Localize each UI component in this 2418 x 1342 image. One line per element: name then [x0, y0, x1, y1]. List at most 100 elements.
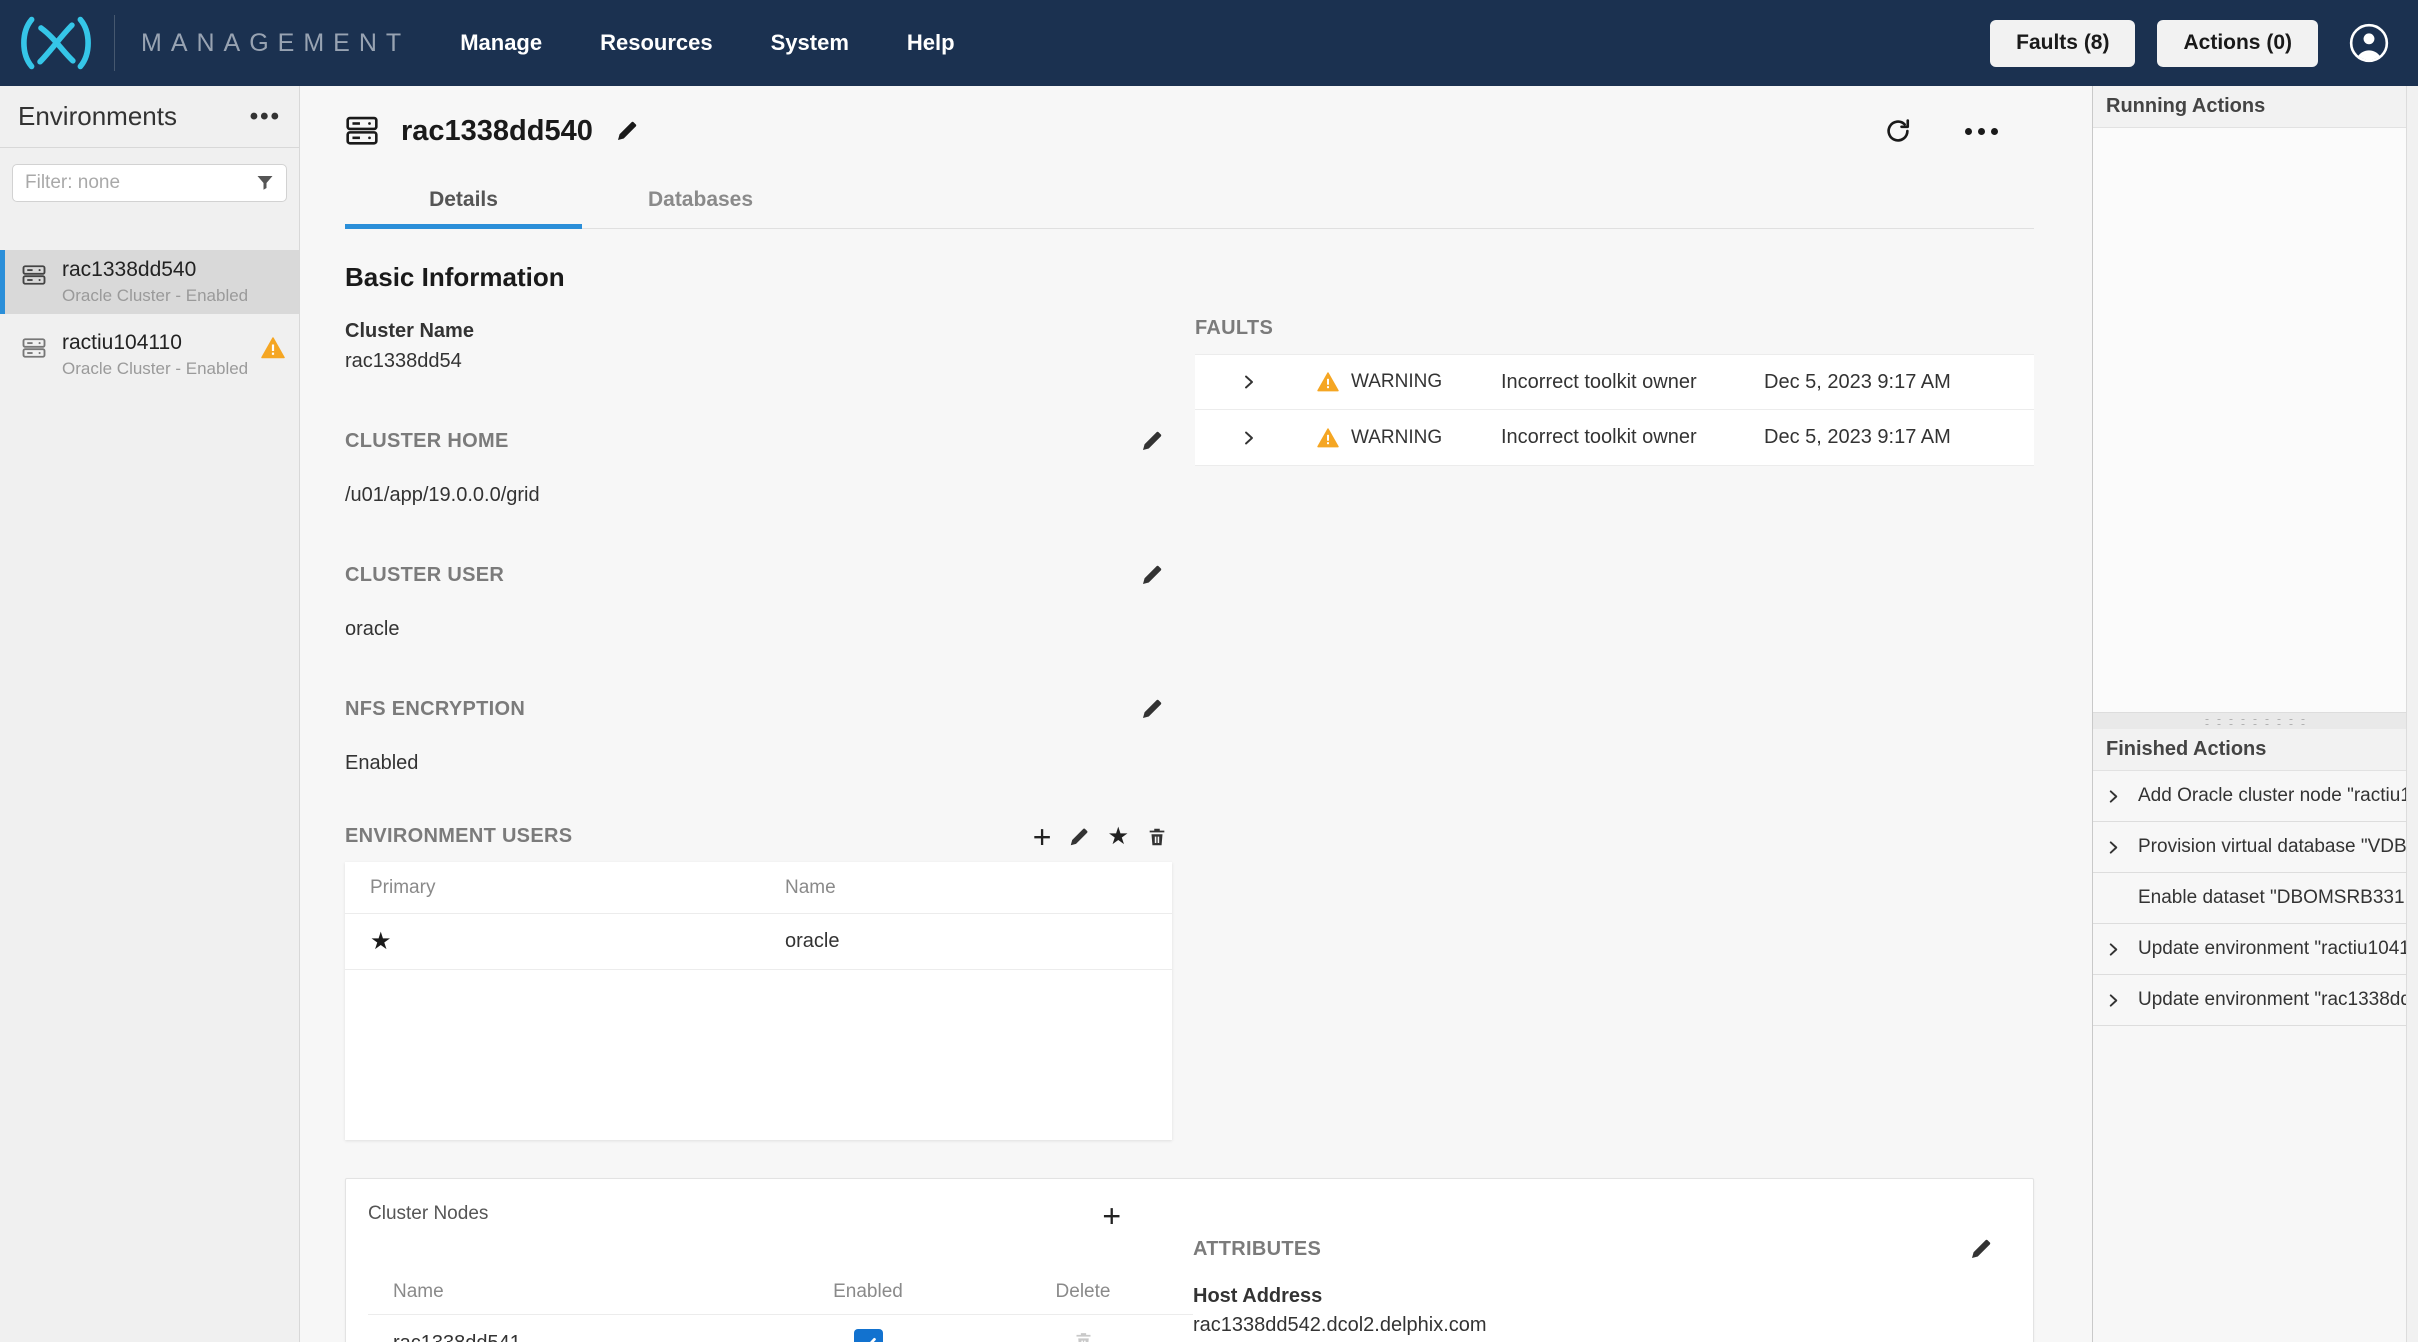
faults-section: FAULTS WARNING Incorrect toolkit owner D… [1195, 317, 2034, 466]
environment-item-rac1338dd540[interactable]: rac1338dd540 Oracle Cluster - Enabled [0, 250, 299, 314]
cluster-user-label: CLUSTER USER [345, 564, 504, 587]
sidebar-ellipsis-icon[interactable]: ••• [250, 112, 281, 122]
environment-users-table: Primary Name ★ oracle [345, 862, 1172, 1140]
cluster-name-field: Cluster Name rac1338dd54 [345, 320, 1172, 373]
refresh-icon[interactable] [1883, 116, 1913, 146]
main-panel: rac1338dd540 Details Databases [300, 86, 2092, 1342]
nfs-encryption-label: NFS ENCRYPTION [345, 698, 525, 721]
fault-date: Dec 5, 2023 9:17 AM [1764, 371, 1951, 394]
cluster-user-value: oracle [345, 618, 1172, 641]
finished-actions-section: Finished Actions Add Oracle cluster node… [2093, 729, 2418, 1342]
server-icon [20, 261, 48, 289]
menu-item-help[interactable]: Help [907, 30, 955, 56]
vertical-scrollbar[interactable] [2406, 86, 2418, 1342]
environment-users-header-row: Primary Name [345, 862, 1172, 914]
app-window: MANAGEMENT Manage Resources System Help … [0, 0, 2418, 1342]
environment-item-text: rac1338dd540 Oracle Cluster - Enabled [62, 258, 248, 314]
panel-splitter-handle[interactable] [2093, 712, 2418, 729]
column-delete: Delete [1056, 1281, 1111, 1303]
set-primary-star-icon[interactable]: ★ [1107, 826, 1129, 848]
attributes-label: ATTRIBUTES [1193, 1238, 1321, 1261]
sidebar-header: Environments ••• [0, 86, 299, 148]
fault-severity: WARNING [1351, 371, 1501, 393]
edit-cluster-user-pencil-icon[interactable] [1140, 563, 1164, 587]
fault-severity: WARNING [1351, 427, 1501, 449]
add-node-icon[interactable]: + [1102, 1203, 1121, 1229]
environment-filter-input[interactable] [12, 164, 287, 202]
environment-name: ractiu104110 [62, 331, 248, 355]
brand-label: MANAGEMENT [141, 29, 410, 58]
warning-triangle-icon [1317, 428, 1339, 448]
add-user-icon[interactable]: + [1033, 826, 1052, 848]
fault-title: Incorrect toolkit owner [1501, 371, 1764, 394]
finished-action-item[interactable]: Add Oracle cluster node "ractiu104… [2093, 771, 2418, 822]
edit-title-pencil-icon[interactable] [615, 119, 639, 143]
details-grid: Basic Information Cluster Name rac1338dd… [345, 229, 2034, 1140]
user-name: oracle [785, 930, 1172, 953]
splitter-grip-icon [2201, 717, 2311, 726]
finished-action-item[interactable]: Update environment "ractiu104110". [2093, 924, 2418, 975]
edit-attributes-pencil-icon[interactable] [1969, 1237, 1993, 1261]
menu-item-resources[interactable]: Resources [600, 30, 713, 56]
faults-button[interactable]: Faults (8) [1990, 20, 2135, 67]
fault-row[interactable]: WARNING Incorrect toolkit owner Dec 5, 2… [1195, 410, 2034, 466]
basic-information-heading: Basic Information [345, 262, 1172, 293]
page-title: rac1338dd540 [401, 115, 593, 148]
filter-container [0, 148, 299, 202]
chevron-right-icon[interactable] [1241, 430, 1257, 446]
menu-item-system[interactable]: System [771, 30, 849, 56]
actions-button[interactable]: Actions (0) [2157, 20, 2318, 67]
header-actions [1883, 116, 2034, 146]
host-address-value: rac1338dd542.dcol2.delphix.com [1193, 1314, 1993, 1337]
finished-action-item[interactable]: Update environment "rac1338dd54… [2093, 975, 2418, 1026]
server-icon [20, 334, 48, 362]
edit-user-pencil-icon[interactable] [1068, 826, 1090, 848]
cluster-home-label: CLUSTER HOME [345, 430, 509, 453]
environment-users-section: ENVIRONMENT USERS + ★ Primary N [345, 825, 1172, 1140]
menu-item-manage[interactable]: Manage [460, 30, 542, 56]
content-area: Environments ••• [0, 86, 2418, 1342]
environments-sidebar: Environments ••• [0, 86, 300, 1342]
node-name: rac1338dd541 [393, 1332, 763, 1342]
environment-subtitle: Oracle Cluster - Enabled [62, 286, 248, 306]
cluster-user-section: CLUSTER USER oracle [345, 563, 1172, 641]
finished-action-item[interactable]: Enable dataset "DBOMSRB331B3". [2093, 873, 2418, 924]
finished-action-label: Add Oracle cluster node "ractiu104… [2138, 785, 2418, 807]
sidebar-title: Environments [18, 101, 177, 132]
user-avatar-icon[interactable] [2348, 22, 2390, 64]
tab-details[interactable]: Details [345, 178, 582, 228]
column-name: Name [393, 1281, 763, 1303]
warning-triangle-icon [1317, 372, 1339, 392]
running-actions-list [2093, 128, 2418, 712]
delphix-logo-icon [18, 13, 94, 73]
filter-funnel-icon[interactable] [255, 173, 275, 193]
table-row[interactable]: rac1338dd541 [368, 1315, 1193, 1342]
edit-nfs-encryption-pencil-icon[interactable] [1140, 697, 1164, 721]
attributes-pane: ATTRIBUTES Host Address rac1338dd542.dco… [1193, 1179, 2033, 1342]
tab-databases[interactable]: Databases [582, 178, 819, 228]
finished-action-label: Provision virtual database "VDBO_… [2138, 836, 2418, 858]
delete-node-trash-icon-disabled [1073, 1329, 1094, 1342]
edit-cluster-home-pencil-icon[interactable] [1140, 429, 1164, 453]
environment-name: rac1338dd540 [62, 258, 248, 282]
fault-row[interactable]: WARNING Incorrect toolkit owner Dec 5, 2… [1195, 354, 2034, 410]
more-options-ellipsis-icon[interactable] [1965, 128, 1998, 135]
chevron-right-icon[interactable] [1241, 374, 1257, 390]
cluster-nodes-label: Cluster Nodes [368, 1203, 488, 1225]
host-address-label: Host Address [1193, 1285, 1993, 1308]
table-row[interactable]: ★ oracle [345, 914, 1172, 970]
cluster-name-label: Cluster Name [345, 320, 1172, 343]
nfs-encryption-value: Enabled [345, 752, 1172, 775]
cluster-home-section: CLUSTER HOME /u01/app/19.0.0.0/grid [345, 429, 1172, 507]
cluster-nodes-pane: Cluster Nodes + Name Enabled Delete rac1… [346, 1179, 1193, 1342]
environment-subtitle: Oracle Cluster - Enabled [62, 359, 248, 379]
delete-user-trash-icon[interactable] [1146, 826, 1168, 848]
faults-label: FAULTS [1195, 317, 2034, 340]
column-name: Name [785, 877, 1172, 899]
environment-list: rac1338dd540 Oracle Cluster - Enabled [0, 250, 299, 396]
finished-action-item[interactable]: Provision virtual database "VDBO_… [2093, 822, 2418, 873]
enabled-checkbox[interactable] [854, 1329, 883, 1342]
environment-item-ractiu104110[interactable]: ractiu104110 Oracle Cluster - Enabled [0, 323, 299, 387]
actions-sidebar: Running Actions Finished Actions Add Ora… [2092, 86, 2418, 1342]
cluster-name-value: rac1338dd54 [345, 350, 1172, 373]
